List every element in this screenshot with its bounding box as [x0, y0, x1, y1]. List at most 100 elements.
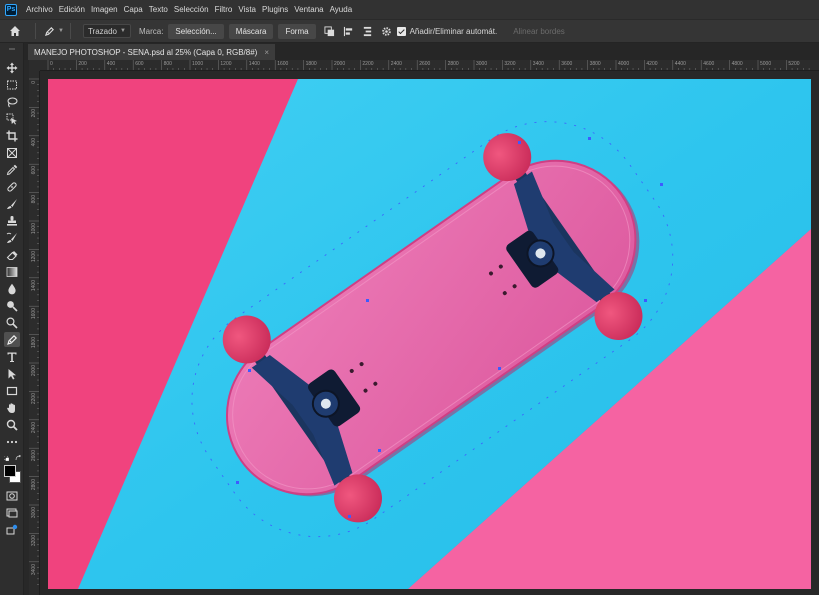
clone-stamp-tool[interactable] [4, 213, 20, 228]
mode-value: Trazado [87, 26, 118, 36]
pen-tool-preset-icon[interactable] [44, 26, 55, 37]
ruler-label: 3200 [504, 61, 516, 67]
menu-vista[interactable]: Vista [235, 5, 259, 14]
hand-tool[interactable] [4, 400, 20, 415]
menu-texto[interactable]: Texto [146, 5, 171, 14]
burn-tool[interactable] [4, 315, 20, 330]
vertical-ruler[interactable]: 0 200 400 600 800 1000 1200 1400 1600 1800 2000 220… [29, 71, 40, 595]
menu-seleccion[interactable]: Selección [171, 5, 212, 14]
skateboard-photo [48, 79, 811, 589]
ruler-label: 3800 [589, 61, 601, 67]
ruler-origin[interactable] [29, 60, 40, 71]
anchor-point [518, 141, 521, 144]
document-image[interactable] [48, 79, 811, 589]
crop-tool[interactable] [4, 128, 20, 143]
healing-brush-tool[interactable] [4, 179, 20, 194]
menu-imagen[interactable]: Imagen [88, 5, 121, 14]
anchor-point [588, 137, 591, 140]
menu-bar: Ps Archivo Edición Imagen Capa Texto Sel… [0, 0, 819, 19]
anchor-point [236, 481, 239, 484]
history-brush-icon [6, 232, 17, 243]
selection-button[interactable]: Selección... [168, 23, 224, 39]
spot-healing-icon [7, 181, 17, 192]
zoom-tool[interactable] [4, 417, 20, 432]
chevron-down-icon[interactable]: ▼ [58, 28, 64, 34]
frame-icon [7, 147, 17, 158]
foreground-color-swatch[interactable] [4, 465, 16, 477]
mask-button[interactable]: Máscara [228, 23, 274, 39]
menu-capa[interactable]: Capa [121, 5, 146, 14]
ruler-label: 4800 [731, 61, 743, 67]
path-alignment-icon[interactable] [343, 26, 354, 37]
ruler-label: 5000 [760, 61, 772, 67]
ruler-label: 3600 [561, 61, 573, 67]
anchor-point [366, 299, 369, 302]
ruler-label: 3000 [476, 61, 488, 67]
gear-icon[interactable] [381, 26, 392, 37]
crop-icon [6, 130, 18, 141]
history-brush-tool[interactable] [4, 230, 20, 245]
eraser-icon [6, 250, 18, 260]
blur-tool[interactable] [4, 281, 20, 296]
chevron-down-icon: ▼ [120, 28, 126, 34]
object-select-tool[interactable] [4, 111, 20, 126]
screen-mode-button[interactable] [4, 505, 20, 520]
menu-archivo[interactable]: Archivo [23, 5, 56, 14]
default-colors-icon[interactable] [4, 456, 9, 461]
ruler-label: 400 [106, 61, 116, 67]
ruler-label: 4400 [674, 61, 686, 67]
menu-ayuda[interactable]: Ayuda [327, 5, 356, 14]
brush-tool[interactable] [4, 196, 20, 211]
dodge-tool[interactable] [4, 298, 20, 313]
panel-grip-icon[interactable] [9, 48, 15, 50]
ruler-label: 4600 [703, 61, 715, 67]
move-tool[interactable] [4, 60, 20, 75]
rectangle-tool[interactable] [4, 383, 20, 398]
anchor-point [348, 515, 351, 518]
eraser-tool[interactable] [4, 247, 20, 262]
more-tools[interactable] [4, 434, 20, 449]
ruler-label: 3200 [31, 535, 37, 547]
auto-add-delete-checkbox[interactable] [396, 26, 406, 36]
ruler-label: 4200 [646, 61, 658, 67]
menu-plugins[interactable]: Plugins [259, 5, 291, 14]
ruler-label: 2800 [31, 478, 37, 490]
path-arrangement-icon[interactable] [362, 26, 373, 37]
horizontal-ruler[interactable]: 0 200 400 600 800 1000 1200 1400 1600 1800 2000 220… [40, 60, 819, 71]
path-operations-icon[interactable] [324, 25, 335, 37]
marquee-tool[interactable] [4, 77, 20, 92]
rectangular-marquee-icon [7, 80, 17, 89]
eyedropper-tool[interactable] [4, 162, 20, 177]
swap-colors-icon[interactable] [15, 455, 21, 461]
anchor-point [644, 299, 647, 302]
ruler-label: 1400 [248, 61, 260, 67]
close-icon[interactable]: × [264, 48, 269, 57]
canvas-area[interactable] [40, 71, 819, 595]
document-tab-bar: MANEJO PHOTOSHOP - SENA.psd al 25% (Capa… [24, 43, 819, 60]
share-button[interactable] [4, 522, 20, 537]
menu-edicion[interactable]: Edición [56, 5, 88, 14]
gradient-tool[interactable] [4, 264, 20, 279]
ruler-label: 0 [31, 81, 37, 84]
burn-icon [6, 316, 18, 329]
ruler-label: 2000 [31, 365, 37, 377]
document-tab[interactable]: MANEJO PHOTOSHOP - SENA.psd al 25% (Capa… [28, 44, 276, 60]
move-icon [6, 62, 18, 73]
mode-dropdown[interactable]: Trazado ▼ [82, 24, 131, 38]
separator [35, 23, 36, 39]
shape-button[interactable]: Forma [278, 23, 316, 39]
menu-ventana[interactable]: Ventana [291, 5, 326, 14]
type-tool[interactable] [4, 349, 20, 364]
home-icon[interactable] [9, 25, 21, 37]
ruler-label: 4000 [618, 61, 630, 67]
menu-filtro[interactable]: Filtro [212, 5, 236, 14]
ruler-label: 1200 [31, 251, 37, 263]
lasso-tool[interactable] [4, 94, 20, 109]
quick-mask-button[interactable] [4, 488, 20, 503]
ruler-label: 1400 [31, 279, 37, 291]
pen-tool[interactable] [4, 332, 20, 347]
frame-tool[interactable] [4, 145, 20, 160]
ruler-label: 800 [31, 194, 37, 203]
path-selection-tool[interactable] [4, 366, 20, 381]
marca-label: Marca: [138, 26, 164, 36]
